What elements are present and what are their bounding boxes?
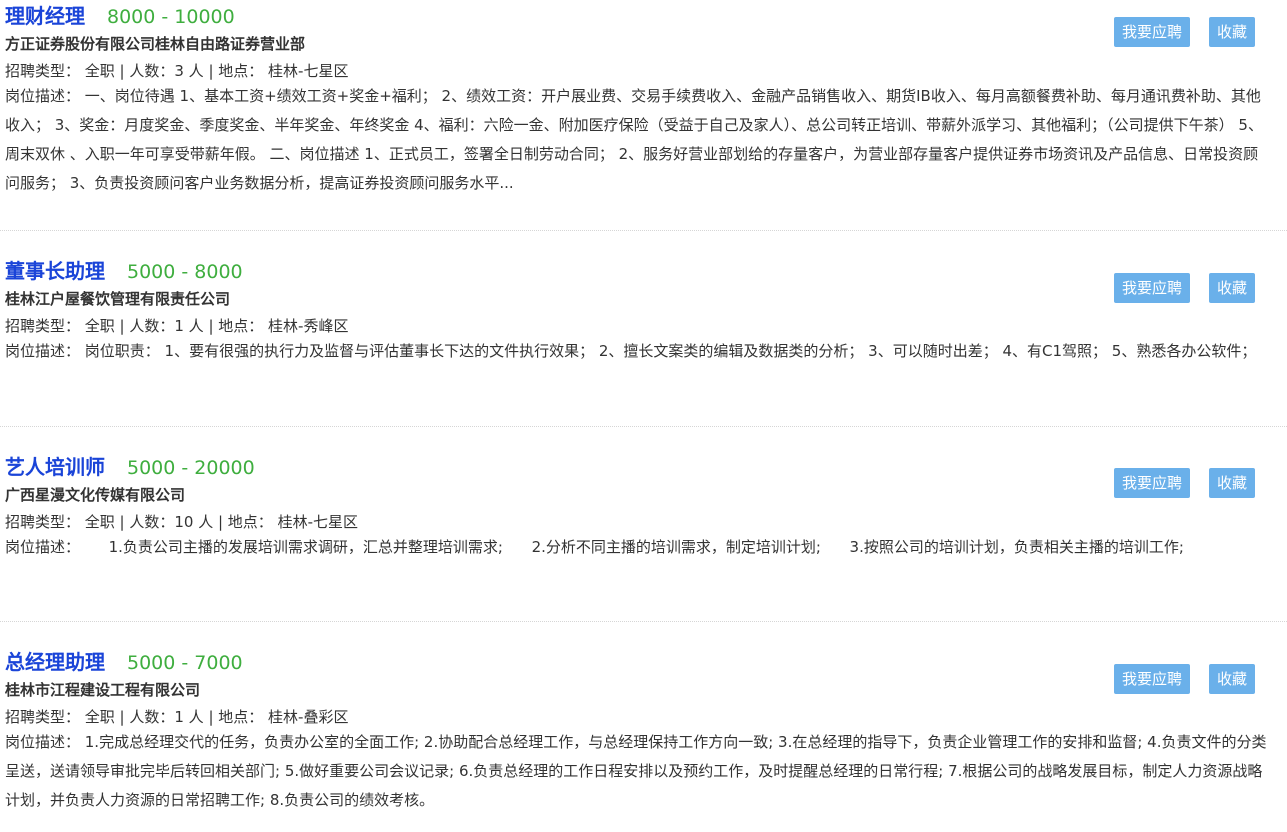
company-name[interactable]: 桂林市江程建设工程有限公司 <box>5 679 1287 700</box>
job-meta: 招聘类型： 全职 | 人数：3 人 | 地点： 桂林-七星区 <box>5 62 349 80</box>
job-item: 艺人培训师 5000 - 20000 广西星漫文化传媒有限公司 招聘类型： 全职… <box>0 427 1287 622</box>
job-list: 理财经理 8000 - 10000 方正证券股份有限公司桂林自由路证券营业部 招… <box>0 0 1287 832</box>
job-item: 总经理助理 5000 - 7000 桂林市江程建设工程有限公司 招聘类型： 全职… <box>0 622 1287 832</box>
job-description: 岗位描述： 岗位职责： 1、要有很强的执行力及监督与评估董事长下达的文件执行效果… <box>5 342 1257 360</box>
apply-button[interactable]: 我要应聘 <box>1113 664 1190 694</box>
company-name[interactable]: 广西星漫文化传媒有限公司 <box>5 484 1287 505</box>
job-title-link[interactable]: 总经理助理 <box>5 646 105 675</box>
job-item: 董事长助理 5000 - 8000 桂林江户屋餐饮管理有限责任公司 招聘类型： … <box>0 231 1287 427</box>
favorite-button[interactable]: 收藏 <box>1208 17 1255 47</box>
job-meta: 招聘类型： 全职 | 人数：1 人 | 地点： 桂林-叠彩区 <box>5 708 349 726</box>
job-actions: 我要应聘 收藏 <box>1113 664 1255 694</box>
apply-button[interactable]: 我要应聘 <box>1113 273 1190 303</box>
job-description: 岗位描述： 一、岗位待遇 1、基本工资+绩效工资+奖金+福利； 2、绩效工资：开… <box>5 87 1263 192</box>
job-title-link[interactable]: 董事长助理 <box>5 255 105 284</box>
job-title-link[interactable]: 理财经理 <box>5 0 85 29</box>
job-salary: 8000 - 10000 <box>107 6 235 28</box>
job-salary: 5000 - 7000 <box>127 652 243 674</box>
job-title-link[interactable]: 艺人培训师 <box>5 451 105 480</box>
job-meta: 招聘类型： 全职 | 人数：1 人 | 地点： 桂林-秀峰区 <box>5 317 349 335</box>
company-name[interactable]: 方正证券股份有限公司桂林自由路证券营业部 <box>5 33 1287 54</box>
job-header: 艺人培训师 5000 - 20000 <box>5 451 1287 480</box>
job-description: 岗位描述： 1.完成总经理交代的任务，负责办公室的全面工作; 2.协助配合总经理… <box>5 733 1267 809</box>
apply-button[interactable]: 我要应聘 <box>1113 468 1190 498</box>
job-actions: 我要应聘 收藏 <box>1113 17 1255 47</box>
apply-button[interactable]: 我要应聘 <box>1113 17 1190 47</box>
job-header: 总经理助理 5000 - 7000 <box>5 646 1287 675</box>
job-header: 董事长助理 5000 - 8000 <box>5 255 1287 284</box>
job-header: 理财经理 8000 - 10000 <box>5 0 1287 29</box>
job-item: 理财经理 8000 - 10000 方正证券股份有限公司桂林自由路证券营业部 招… <box>0 0 1287 231</box>
job-actions: 我要应聘 收藏 <box>1113 273 1255 303</box>
job-actions: 我要应聘 收藏 <box>1113 468 1255 498</box>
job-meta: 招聘类型： 全职 | 人数：10 人 | 地点： 桂林-七星区 <box>5 513 358 531</box>
job-salary: 5000 - 20000 <box>127 457 255 479</box>
job-description: 岗位描述： 1.负责公司主播的发展培训需求调研，汇总并整理培训需求; 2.分析不… <box>5 538 1184 556</box>
job-salary: 5000 - 8000 <box>127 261 243 283</box>
favorite-button[interactable]: 收藏 <box>1208 468 1255 498</box>
favorite-button[interactable]: 收藏 <box>1208 664 1255 694</box>
company-name[interactable]: 桂林江户屋餐饮管理有限责任公司 <box>5 288 1287 309</box>
favorite-button[interactable]: 收藏 <box>1208 273 1255 303</box>
